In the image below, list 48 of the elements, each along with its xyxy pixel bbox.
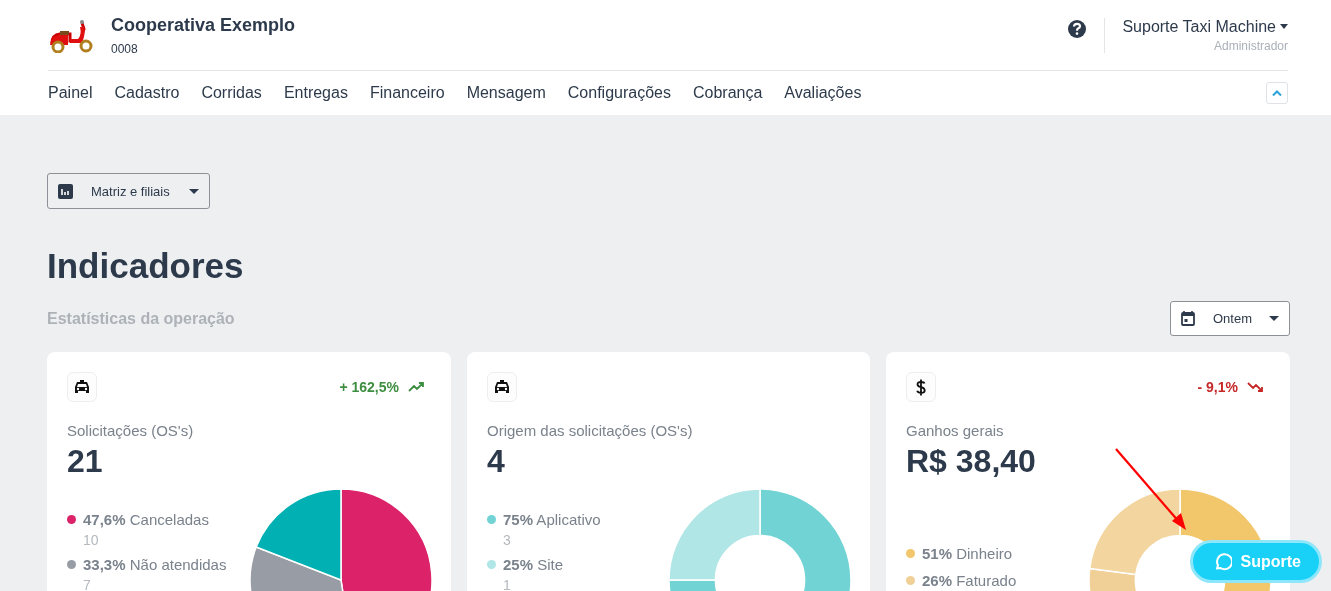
calendar-icon (1181, 311, 1195, 326)
legend-count: 1 (503, 577, 512, 591)
legend-label: 26% Faturado (922, 572, 1017, 589)
caret-icon (189, 188, 199, 194)
legend-label: 51% Dinheiro (922, 545, 1013, 562)
legend-count: 3 (503, 532, 512, 548)
branch-dropdown[interactable]: Matriz e filiais (47, 173, 210, 209)
company-name: Cooperativa Exemplo (111, 14, 296, 36)
nav-link[interactable]: Corridas (201, 84, 262, 102)
trend-down-icon (1247, 382, 1265, 392)
page-title: Indicadores (47, 245, 245, 287)
legend-count: 10 (83, 532, 100, 548)
nav-link[interactable]: Entregas (283, 84, 348, 102)
nav-link[interactable]: Cadastro (114, 84, 180, 102)
chevron-up-icon (1272, 90, 1282, 96)
caret-icon (1269, 316, 1279, 321)
nav-link[interactable]: Cobrança (692, 84, 763, 102)
collapse-button[interactable] (1266, 82, 1288, 104)
nav-link[interactable]: Painel (48, 84, 93, 102)
card-value: 21 (67, 443, 104, 480)
user-menu[interactable]: Suporte Taxi Machine (1122, 17, 1288, 36)
legend-label: 47,6% Canceladas (83, 511, 209, 528)
change-percent: + 162,5% (339, 379, 399, 395)
change-percent: - 9,1% (1197, 379, 1238, 395)
taxi-icon (74, 380, 90, 394)
period-dropdown[interactable]: Ontem (1170, 301, 1290, 336)
dollar-icon (916, 378, 926, 396)
user-role: Administrador (1213, 38, 1288, 53)
nav-link[interactable]: Mensagem (466, 84, 546, 102)
taxi-icon (494, 380, 510, 394)
card-title: Origem das solicitações (OS's) (487, 422, 694, 439)
caret-icon (1280, 24, 1288, 29)
legend-label: 25% Site (503, 556, 564, 573)
nav-link[interactable]: Financeiro (369, 84, 445, 102)
help-icon[interactable] (1067, 19, 1088, 39)
company-code: 0008 (111, 41, 139, 56)
page-subtitle: Estatísticas da operação (47, 309, 235, 328)
legend-label: 75% Aplicativo (503, 511, 601, 528)
card-value: R$ 38,40 (906, 443, 1037, 480)
bar-chart-icon (58, 183, 73, 199)
nav-link[interactable]: Avaliações (784, 84, 862, 102)
card-title: Solicitações (OS's) (67, 422, 195, 439)
nav-link[interactable]: Configurações (567, 84, 671, 102)
trend-up-icon (408, 382, 426, 392)
legend-label: 33,3% Não atendidas (83, 556, 227, 573)
card-value: 4 (487, 443, 506, 480)
card-title: Ganhos gerais (906, 422, 1005, 439)
legend-count: 7 (83, 577, 92, 591)
